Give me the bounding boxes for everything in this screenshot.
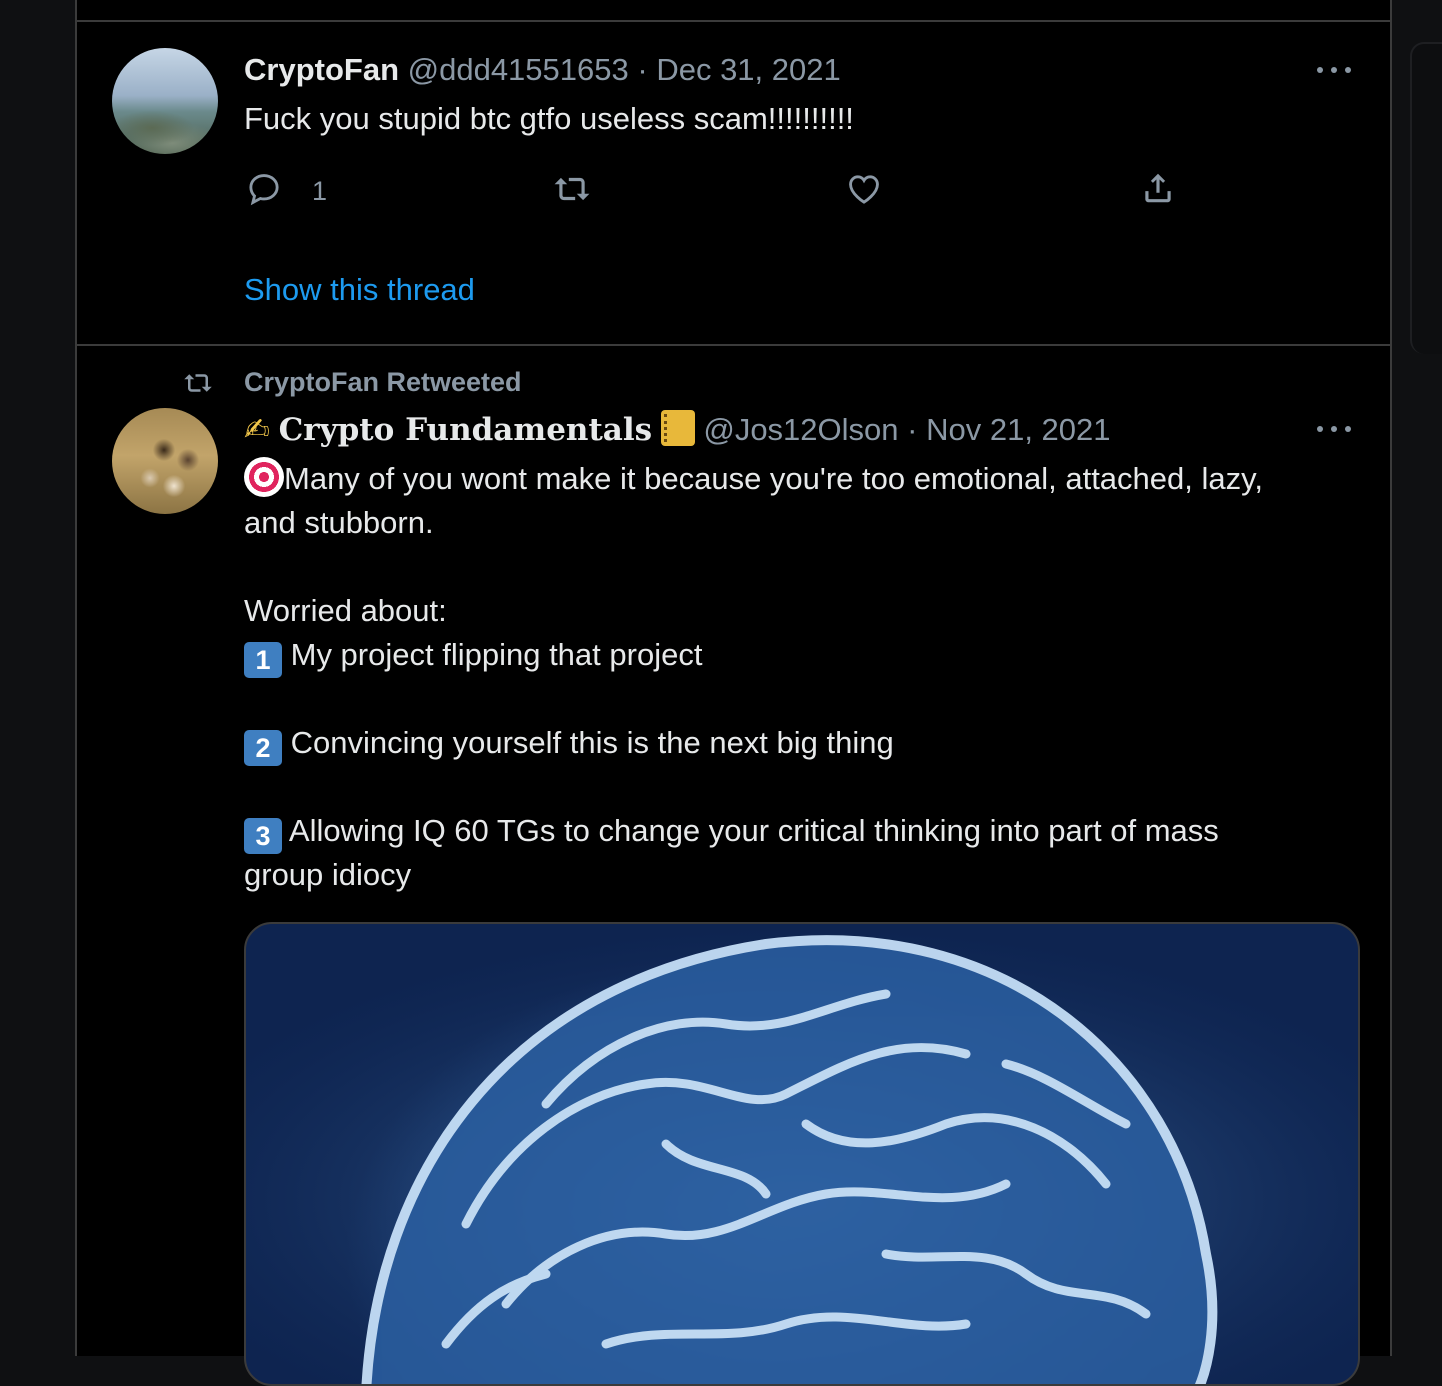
retweet-icon[interactable] <box>551 170 593 208</box>
share-icon[interactable] <box>1139 168 1177 208</box>
tweet-date[interactable]: Dec 31, 2021 <box>656 52 840 87</box>
handle[interactable]: @Jos12Olson <box>703 412 898 447</box>
display-name[interactable]: CryptoFan <box>244 52 399 87</box>
keycap-1-icon: 1 <box>244 642 282 678</box>
keycap-3-icon: 3 <box>244 818 282 854</box>
keycap-2-icon: 2 <box>244 730 282 766</box>
divider <box>77 344 1390 346</box>
separator: · <box>637 52 648 87</box>
list-item: 1 My project flipping that project <box>244 633 702 678</box>
list-item: 3 Allowing IQ 60 TGs to change your crit… <box>244 809 1219 854</box>
avatar[interactable] <box>112 48 218 154</box>
reply-icon[interactable] <box>245 170 283 208</box>
retweeted-by[interactable]: CryptoFan Retweeted <box>244 364 522 400</box>
separator: · <box>907 412 918 447</box>
notebook-icon <box>660 410 695 446</box>
tweet-text-line: group idiocy <box>244 857 412 892</box>
tweet-date[interactable]: Nov 21, 2021 <box>926 412 1110 447</box>
brain-image <box>246 924 1358 1384</box>
tweet-text-line: Many of you wont make it because you're … <box>244 457 1263 501</box>
avatar[interactable] <box>112 408 218 514</box>
timeline: CryptoFan @ddd41551653 · Dec 31, 2021 Fu… <box>75 0 1392 1386</box>
tweet-text: Many of you wont make it because you're … <box>284 461 1263 496</box>
scrollbar-track[interactable] <box>1410 42 1442 354</box>
more-icon[interactable] <box>1317 60 1353 80</box>
tweet-text-line: and stubborn. <box>244 505 434 540</box>
heart-icon[interactable] <box>845 170 883 208</box>
list-item: 2 Convincing yourself this is the next b… <box>244 721 894 766</box>
list-item-text: Allowing IQ 60 TGs to change your critic… <box>288 813 1219 848</box>
reply-count: 1 <box>312 176 328 206</box>
list-item-text: My project flipping that project <box>290 637 703 672</box>
show-thread-link[interactable]: Show this thread <box>244 270 475 310</box>
list-item-text: Convincing yourself this is the next big… <box>290 725 894 760</box>
tweet-header: ✍ Crypto Fundamentals @Jos12Olson · Nov … <box>244 410 1111 450</box>
tweet-text: Fuck you stupid btc gtfo useless scam!!!… <box>244 101 854 136</box>
display-name[interactable]: Crypto Fundamentals <box>279 412 652 448</box>
tweet-text-line: Worried about: <box>244 593 447 628</box>
tweet-header: CryptoFan @ddd41551653 · Dec 31, 2021 <box>244 50 841 90</box>
handle[interactable]: @ddd41551653 <box>408 52 629 87</box>
more-icon[interactable] <box>1317 419 1353 439</box>
tweet-media[interactable] <box>244 922 1360 1386</box>
target-icon <box>244 457 284 497</box>
writing-hand-icon: ✍ <box>244 412 270 448</box>
retweet-icon <box>184 374 212 392</box>
divider <box>77 20 1390 22</box>
